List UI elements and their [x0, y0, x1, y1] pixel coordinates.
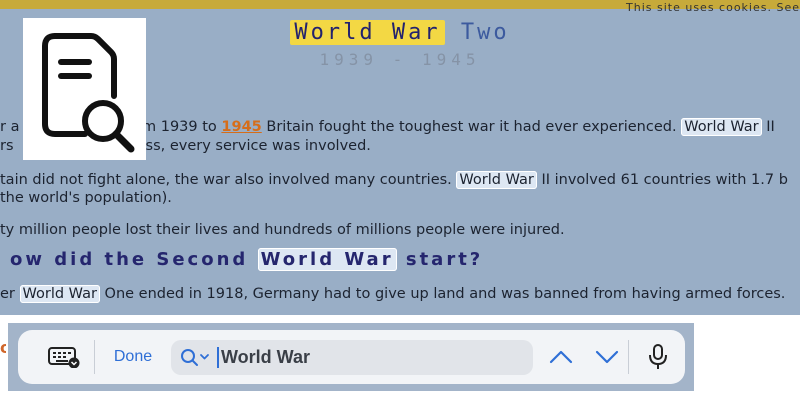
text-fragment: r a — [0, 119, 20, 135]
paragraph-2-line-2: the world's population). — [0, 190, 172, 206]
find-match: World War — [681, 118, 762, 136]
thumbnail-overlay[interactable] — [23, 18, 146, 160]
find-field[interactable] — [171, 340, 533, 375]
find-match: World War — [257, 248, 397, 271]
paragraph-3: ty million people lost their lives and h… — [0, 222, 565, 238]
heading-fragment: start? — [405, 249, 484, 270]
edge-fragment: o — [0, 338, 6, 357]
text-fragment: ss, every service was involved. — [145, 138, 371, 154]
keyboard-dismiss-icon — [48, 347, 80, 368]
heading-fragment: ow did the Second — [10, 249, 249, 270]
text-fragment: er — [0, 286, 15, 302]
next-match-button[interactable] — [592, 342, 622, 372]
text-fragment: II — [766, 119, 775, 135]
find-on-page-bar: Done — [18, 330, 685, 384]
text-fragment: Britain fought the toughest war it had e… — [266, 119, 677, 135]
chevron-down-icon — [595, 350, 619, 364]
text-fragment: rs — [0, 138, 14, 154]
keyboard-dismiss-button[interactable] — [44, 342, 84, 372]
document-search-icon — [42, 33, 135, 153]
paragraph-2-line-1: tain did not fight alone, the war also i… — [0, 171, 788, 189]
find-match: World War — [456, 171, 537, 189]
section-heading: ow did the Second World War start? — [10, 248, 484, 271]
done-button[interactable]: Done — [98, 342, 168, 372]
text-fragment: tain did not fight alone, the war also i… — [0, 172, 452, 188]
dictation-button[interactable] — [644, 341, 672, 373]
text-fragment: II involved 61 countries with 1.7 b — [541, 172, 788, 188]
title-rest: Two — [460, 20, 510, 45]
year-link[interactable]: 1945 — [221, 119, 261, 135]
separator — [94, 340, 95, 374]
top-strip: This site uses cookies. See — [0, 0, 800, 14]
findbar-container: Done — [8, 323, 694, 391]
text-fragment: the world's population). — [0, 190, 172, 206]
separator — [628, 340, 629, 374]
text-fragment: One ended in 1918, Germany had to give u… — [104, 286, 786, 302]
find-match: World War — [19, 285, 100, 303]
magnifier-dropdown-icon[interactable] — [179, 347, 211, 369]
title-highlight-match: World War — [290, 20, 445, 45]
microphone-icon — [649, 344, 667, 369]
text-cursor — [217, 347, 219, 368]
paragraph-4: er World War One ended in 1918, Germany … — [0, 285, 786, 303]
previous-match-button[interactable] — [546, 342, 576, 372]
find-input[interactable] — [221, 345, 521, 370]
chevron-up-icon — [549, 350, 573, 364]
cookie-notice[interactable]: This site uses cookies. See — [626, 1, 800, 14]
